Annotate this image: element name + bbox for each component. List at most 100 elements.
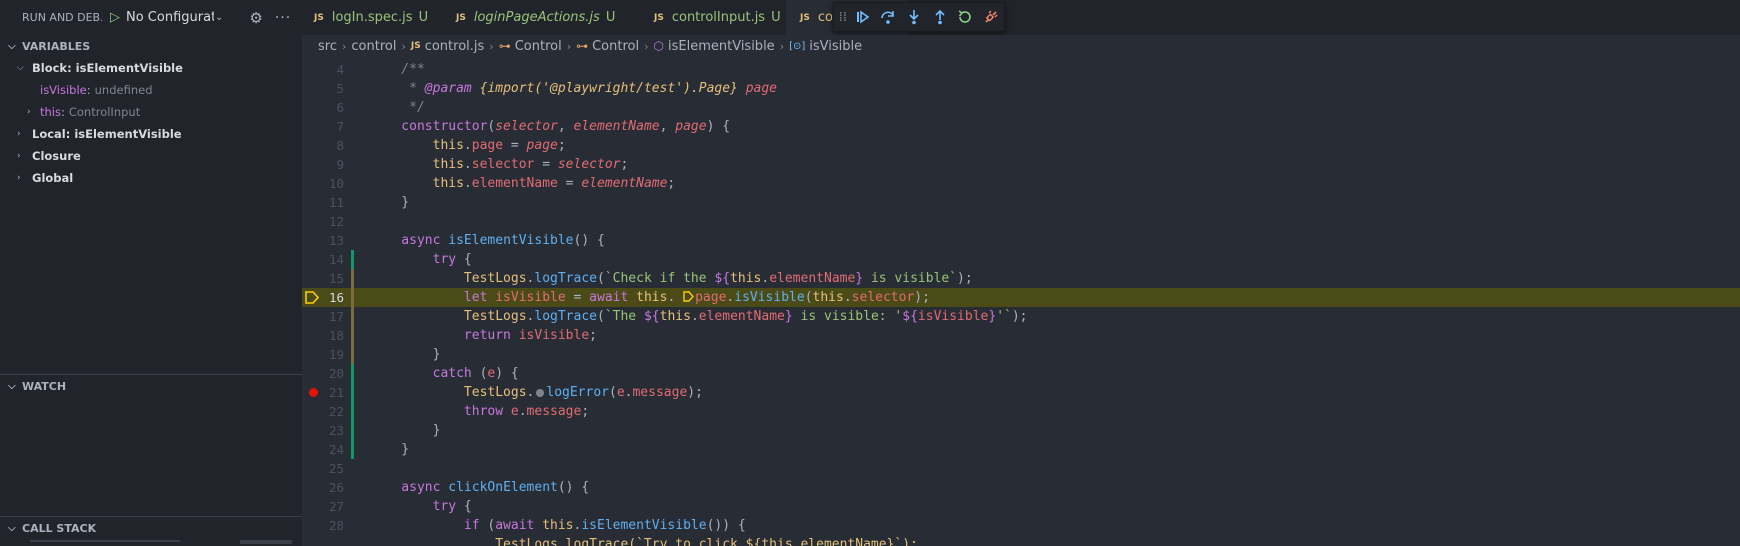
scope-closure[interactable]: › Closure: [0, 145, 302, 167]
code-text: }: [370, 442, 410, 457]
code-line: 24 }: [302, 440, 1740, 459]
scope-local[interactable]: › Local: isElementVisible: [0, 123, 302, 145]
disconnect-icon[interactable]: [978, 5, 1004, 29]
code-line: 12: [302, 212, 1740, 231]
chevron-right-icon: ›: [779, 39, 785, 53]
variable-value: undefined: [94, 83, 153, 97]
debug-view-header: RUN AND DEB... ▷ No Configurat ⌄ ⚙ ···: [0, 0, 300, 35]
code-text: */: [370, 100, 425, 115]
section-title: VARIABLES: [22, 39, 91, 53]
code-line: 23 }: [302, 421, 1740, 440]
section-title: CALL STACK: [22, 521, 97, 535]
line-number: 7: [336, 119, 344, 134]
call-stack-section-header[interactable]: ⌵ CALL STACK: [0, 516, 302, 539]
inline-breakpoint-icon[interactable]: [536, 388, 545, 397]
code-line: 15 TestLogs.logTrace(`Check if the ${thi…: [302, 269, 1740, 288]
continue-icon[interactable]: [850, 5, 876, 29]
chevron-down-icon: ⌵: [8, 380, 16, 392]
call-stack-list[interactable]: [0, 540, 302, 546]
diff-added-marker[interactable]: [351, 250, 354, 269]
code-text: }: [370, 347, 441, 362]
step-over-icon[interactable]: [876, 5, 902, 29]
tab-label: controlInput.js: [671, 10, 766, 25]
variable-row[interactable]: isVisible : undefined: [0, 79, 302, 101]
git-status-badge: U: [771, 10, 781, 25]
scope-label: Closure: [32, 149, 81, 163]
scope-block[interactable]: ⌵ Block: isElementVisible: [0, 57, 302, 79]
call-stack-badge: [240, 540, 292, 544]
breadcrumb-label: Control: [592, 38, 640, 54]
line-number: 15: [328, 271, 344, 286]
code-line: 20 catch (e) {: [302, 364, 1740, 383]
watch-section-header[interactable]: ⌵ WATCH: [0, 374, 302, 397]
chevron-right-icon: ›: [401, 39, 406, 53]
breadcrumb-label: isVisible: [809, 38, 863, 54]
diff-added-marker[interactable]: [351, 440, 354, 459]
code-text: TestLogs.logTrace(`Check if the ${this.e…: [370, 271, 973, 286]
call-stack-item[interactable]: [30, 540, 180, 542]
line-number: 4: [336, 62, 344, 77]
line-number: 24: [328, 442, 344, 457]
scope-label: Local: isElementVisible: [32, 127, 182, 141]
breadcrumb-item-method[interactable]: ⬡ isElementVisible: [654, 39, 775, 54]
ellipsis-icon[interactable]: ···: [275, 10, 291, 26]
diff-added-marker[interactable]: [351, 402, 354, 421]
variable-name: this: [40, 105, 61, 119]
code-editor[interactable]: exports.Control = class Control { 4 /** …: [302, 57, 1740, 546]
restart-icon[interactable]: [953, 5, 979, 29]
breadcrumb-item-variable[interactable]: [⊙] isVisible: [789, 39, 862, 54]
code-line: 13 async isElementVisible() {: [302, 231, 1740, 250]
code-text: /**: [370, 62, 425, 77]
diff-added-marker[interactable]: [351, 383, 354, 402]
scope-global[interactable]: › Global: [0, 167, 302, 189]
diff-modified-marker[interactable]: [351, 288, 354, 307]
line-number: 10: [328, 176, 344, 191]
tab-control-input[interactable]: JS controlInput.js U: [640, 0, 786, 35]
variable-icon: [⊙]: [789, 40, 806, 52]
gear-icon[interactable]: ⚙: [249, 9, 262, 27]
line-number: 11: [328, 195, 344, 210]
top-bar: RUN AND DEB... ▷ No Configurat ⌄ ⚙ ··· J…: [0, 0, 1740, 35]
breadcrumb-item-control-folder[interactable]: control: [351, 39, 396, 54]
step-out-icon[interactable]: [927, 5, 953, 29]
line-number: 5: [336, 81, 344, 96]
code-text: TestLogs.logTrace(`The ${this.elementNam…: [370, 309, 1028, 324]
chevron-down-icon: ⌵: [8, 522, 16, 534]
diff-modified-marker[interactable]: [351, 269, 354, 288]
breadcrumb-item-class-export[interactable]: ⊶ Control: [499, 39, 562, 54]
breadcrumb-item-file[interactable]: JS control.js: [411, 39, 484, 54]
play-icon[interactable]: ▷: [110, 10, 120, 25]
breadcrumb-item-src[interactable]: src: [318, 39, 337, 54]
line-number: 27: [328, 499, 344, 514]
code-line: 14 try {: [302, 250, 1740, 269]
line-number: 20: [328, 366, 344, 381]
breadcrumb-item-class[interactable]: ⊶ Control: [576, 39, 639, 54]
variable-name: isVisible: [40, 83, 87, 97]
tab-login-page-actions[interactable]: JS loginPageActions.js U: [442, 0, 640, 35]
diff-added-marker[interactable]: [351, 421, 354, 440]
js-file-icon: JS: [410, 41, 421, 51]
variable-row[interactable]: › this : ControlInput: [0, 101, 302, 123]
line-number: 18: [328, 328, 344, 343]
launch-config-select[interactable]: No Configurat: [126, 10, 214, 25]
code-line: 26 async clickOnElement() {: [302, 478, 1740, 497]
method-icon: ⬡: [653, 39, 664, 53]
inline-stop-icon[interactable]: [683, 289, 695, 302]
step-into-icon[interactable]: [901, 5, 927, 29]
diff-modified-marker[interactable]: [351, 345, 354, 364]
tab-login-spec[interactable]: JS logIn.spec.js U: [300, 0, 442, 35]
diff-added-marker[interactable]: [351, 364, 354, 383]
line-number: 12: [328, 214, 344, 229]
code-text: async isElementVisible() {: [370, 233, 605, 248]
variables-section-header[interactable]: ⌵ VARIABLES: [0, 35, 302, 57]
code-text: let isVisible = await this. page.isVisib…: [370, 289, 930, 305]
code-line: 28 if (await this.isElementVisible()) {: [302, 516, 1740, 535]
code-text: try {: [370, 499, 472, 514]
breadcrumb-label: control: [351, 38, 397, 54]
breadcrumb-label: Control: [514, 38, 562, 54]
code-line: 17 TestLogs.logTrace(`The ${this.element…: [302, 307, 1740, 326]
diff-modified-marker[interactable]: [351, 307, 354, 326]
grip-icon[interactable]: ⁞⁞: [836, 10, 850, 25]
chevron-down-icon[interactable]: ⌄: [215, 12, 223, 23]
diff-modified-marker[interactable]: [351, 326, 354, 345]
